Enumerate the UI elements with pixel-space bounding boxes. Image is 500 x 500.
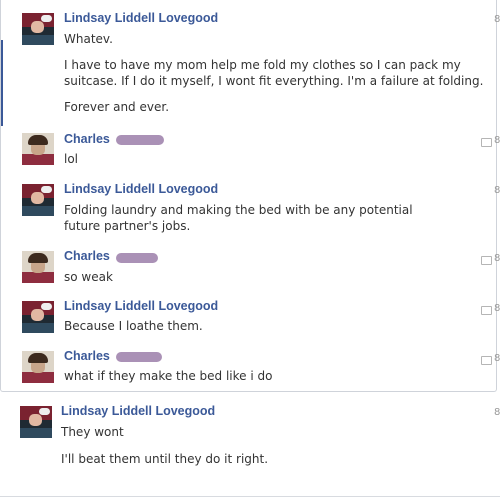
avatar-lindsay[interactable] bbox=[22, 184, 54, 216]
message-text: Because I loathe them. bbox=[64, 318, 484, 334]
message-text: so weak bbox=[64, 269, 484, 285]
message-time: 8 bbox=[494, 253, 500, 264]
message-paragraph: I have to have my mom help me fold my cl… bbox=[64, 58, 484, 88]
message-time: 8 bbox=[494, 303, 500, 314]
avatar-lindsay[interactable] bbox=[22, 13, 54, 45]
avatar-lindsay[interactable] bbox=[22, 301, 54, 333]
message-time: 8 bbox=[494, 135, 500, 146]
author-name[interactable]: Lindsay Liddell Lovegood bbox=[64, 299, 218, 313]
reply-icon[interactable] bbox=[481, 356, 492, 365]
message-time: 8 bbox=[494, 407, 500, 418]
message-paragraph: lol bbox=[64, 152, 79, 166]
message-paragraph: Whatev. bbox=[64, 32, 113, 46]
author-name[interactable]: Charles bbox=[64, 249, 110, 263]
message-paragraph: what if they make the bed like i do bbox=[64, 369, 273, 383]
message-text: lol bbox=[64, 151, 484, 167]
avatar-charles[interactable] bbox=[22, 251, 54, 283]
message-time: 8 bbox=[494, 14, 500, 25]
redaction-mark bbox=[116, 253, 158, 263]
avatar-charles[interactable] bbox=[22, 133, 54, 165]
divider bbox=[0, 496, 500, 497]
reply-icon[interactable] bbox=[481, 138, 492, 147]
message-time: 8 bbox=[494, 353, 500, 364]
reply-icon[interactable] bbox=[481, 306, 492, 315]
author-name[interactable]: Charles bbox=[64, 349, 110, 363]
message-text: They wont I'll beat them until they do i… bbox=[61, 424, 481, 467]
message-paragraph: so weak bbox=[64, 270, 113, 284]
message-time: 8 bbox=[494, 185, 500, 196]
author-name[interactable]: Lindsay Liddell Lovegood bbox=[61, 404, 215, 418]
author-name[interactable]: Charles bbox=[64, 132, 110, 146]
message-text: Folding laundry and making the bed with … bbox=[64, 202, 444, 234]
message-paragraph: Because I loathe them. bbox=[64, 319, 203, 333]
message-paragraph: Forever and ever. bbox=[64, 100, 170, 114]
message-text: Whatev. I have to have my mom help me fo… bbox=[64, 31, 484, 115]
message-text: what if they make the bed like i do bbox=[64, 368, 484, 384]
redaction-mark bbox=[116, 352, 162, 362]
author-name[interactable]: Lindsay Liddell Lovegood bbox=[64, 182, 218, 196]
redaction-mark bbox=[116, 135, 164, 145]
unread-accent bbox=[1, 40, 3, 126]
avatar-lindsay[interactable] bbox=[20, 406, 52, 438]
reply-icon[interactable] bbox=[481, 256, 492, 265]
message-paragraph: Folding laundry and making the bed with … bbox=[64, 203, 413, 233]
author-name[interactable]: Lindsay Liddell Lovegood bbox=[64, 11, 218, 25]
message-paragraph: They wont bbox=[61, 425, 124, 439]
avatar-charles[interactable] bbox=[22, 351, 54, 383]
message-paragraph: I'll beat them until they do it right. bbox=[61, 452, 269, 466]
